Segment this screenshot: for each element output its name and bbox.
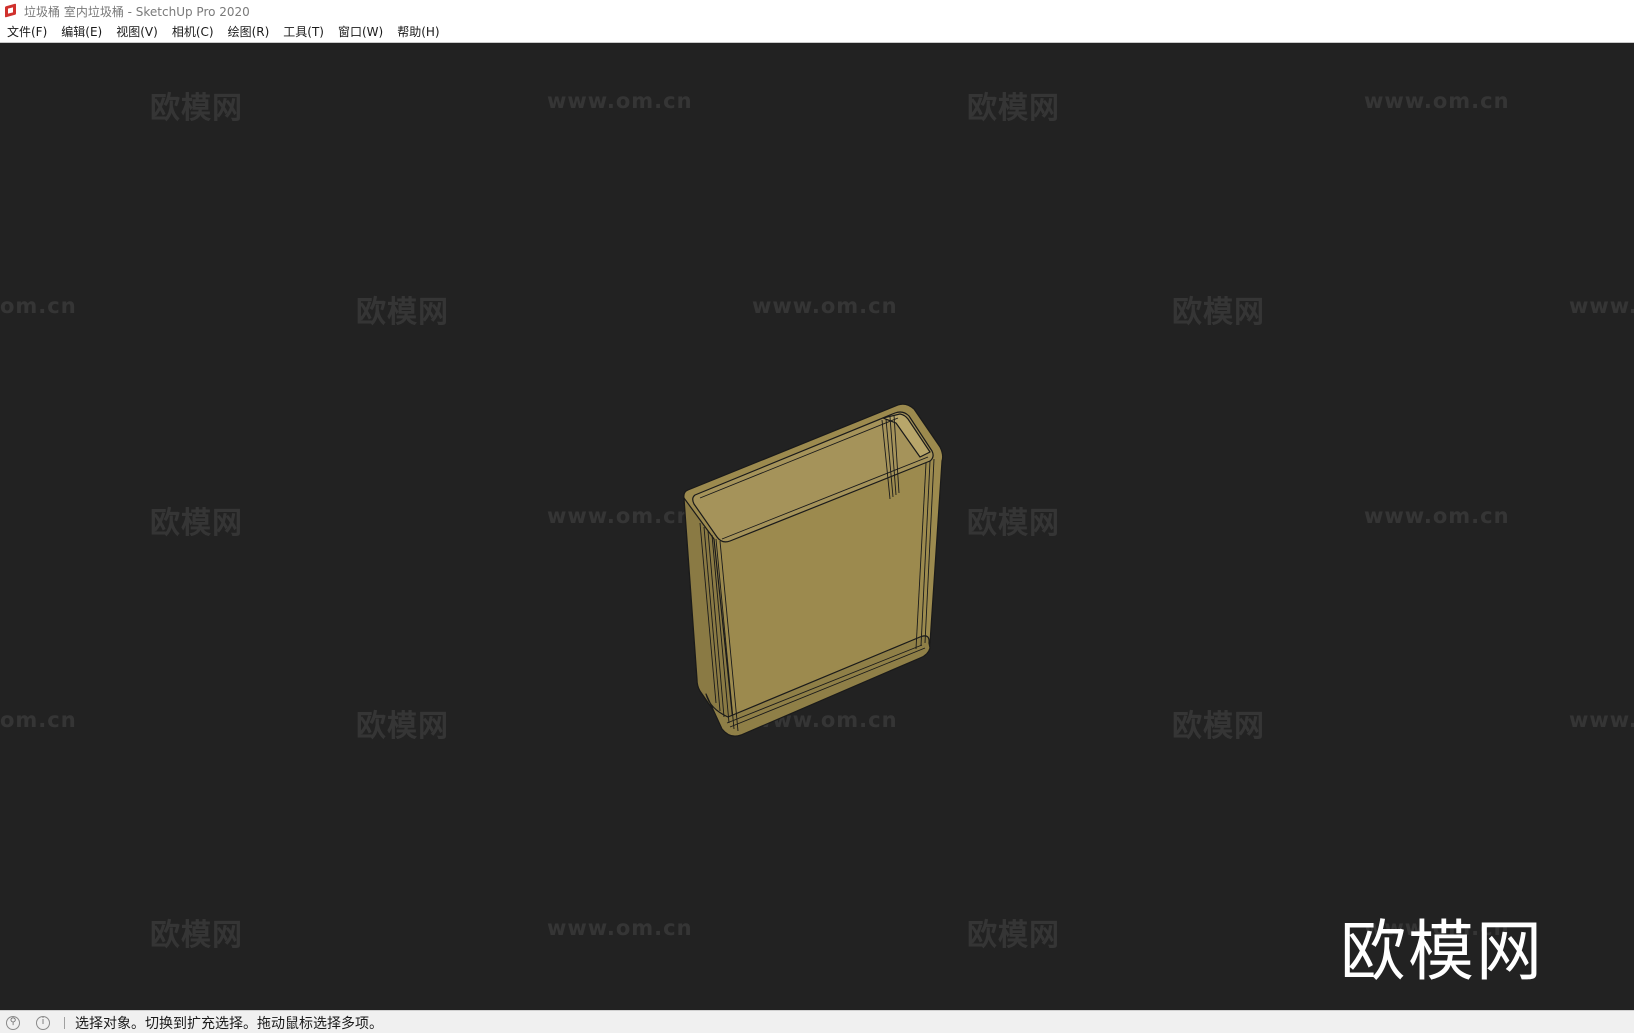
geolocation-icon[interactable]: ⚲ — [6, 1015, 20, 1030]
omcn-logo: 欧模网 — [1340, 913, 1544, 990]
menu-bar: 文件(F) 编辑(E) 视图(V) 相机(C) 绘图(R) 工具(T) 窗口(W… — [0, 22, 1634, 43]
status-message: 选择对象。切换到扩充选择。拖动鼠标选择多项。 — [75, 1015, 383, 1032]
menu-help[interactable]: 帮助(H) — [390, 22, 446, 42]
3d-viewport[interactable]: 欧模网 www.om.cn 欧模网 www.om.cn om.cn 欧模网 ww… — [0, 43, 1634, 1010]
menu-file[interactable]: 文件(F) — [0, 22, 54, 42]
info-icon[interactable]: i — [36, 1015, 50, 1030]
menu-draw[interactable]: 绘图(R) — [221, 22, 277, 42]
menu-window[interactable]: 窗口(W) — [331, 22, 390, 42]
title-bar: 垃圾桶 室内垃圾桶 - SketchUp Pro 2020 — [0, 0, 1634, 22]
window-title: 垃圾桶 室内垃圾桶 - SketchUp Pro 2020 — [24, 4, 250, 19]
status-bar: ⚲ i 选择对象。切换到扩充选择。拖动鼠标选择多项。 — [0, 1010, 1634, 1033]
status-separator — [64, 1016, 65, 1029]
sketchup-window: 垃圾桶 室内垃圾桶 - SketchUp Pro 2020 文件(F) 编辑(E… — [0, 0, 1634, 1033]
menu-edit[interactable]: 编辑(E) — [54, 22, 109, 42]
sketchup-logo-icon — [4, 4, 18, 18]
trash-bin-model[interactable] — [0, 43, 1634, 1010]
menu-tools[interactable]: 工具(T) — [276, 22, 331, 42]
menu-camera[interactable]: 相机(C) — [165, 22, 221, 42]
menu-view[interactable]: 视图(V) — [109, 22, 165, 42]
